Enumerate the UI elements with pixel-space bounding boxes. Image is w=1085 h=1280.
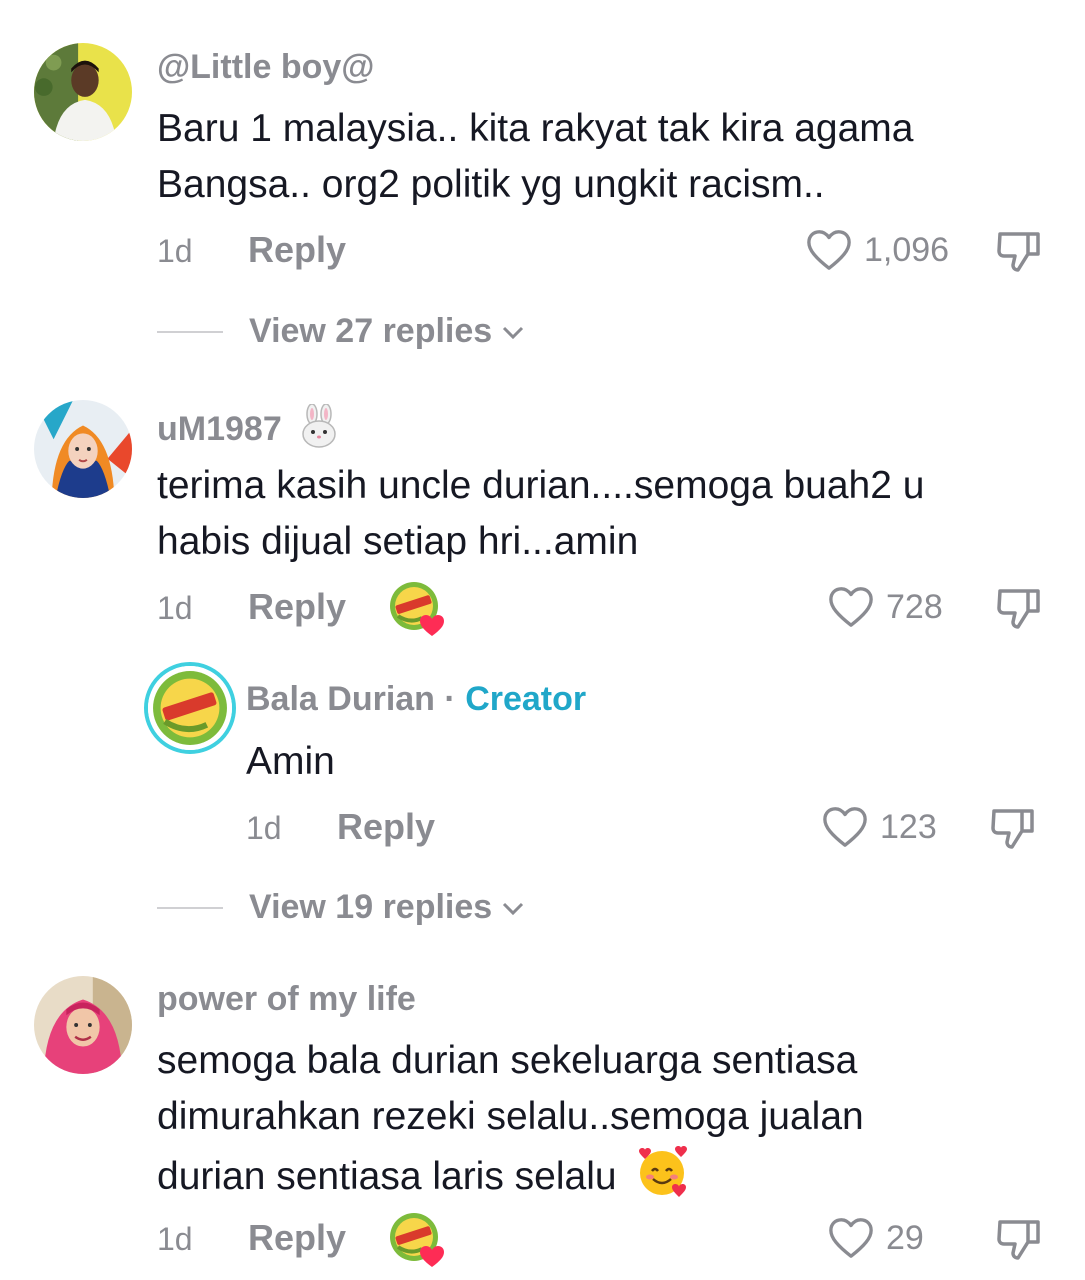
comment-text: Amin <box>246 734 1085 790</box>
avatar[interactable] <box>34 976 132 1074</box>
like-button[interactable]: 123 <box>822 803 937 851</box>
thumbs-down-icon <box>991 809 1034 849</box>
chevron-down-icon <box>503 902 524 915</box>
smiling-face-with-hearts-icon <box>639 1146 688 1197</box>
creator-liked-badge <box>388 1211 446 1269</box>
comment-text-line: habis dijual setiap hri...amin <box>157 520 639 563</box>
comment-text-line: Amin <box>246 740 335 783</box>
view-replies-label: View 19 replies <box>249 888 493 926</box>
thumbs-down-icon <box>997 1220 1040 1260</box>
like-count: 728 <box>886 587 943 626</box>
comment-text-line-wrap: durian sentiasa laris selalu <box>157 1145 1037 1205</box>
divider <box>157 906 223 909</box>
username-label: Bala Durian <box>246 680 435 718</box>
rabbit-face-icon <box>302 403 336 448</box>
comment-time: 1d <box>157 590 193 626</box>
creator-liked-badge <box>388 580 446 638</box>
like-count: 1,096 <box>864 230 950 269</box>
like-count: 123 <box>880 807 937 846</box>
dislike-button[interactable] <box>994 583 1044 633</box>
heart-icon <box>823 807 867 847</box>
like-button[interactable]: 728 <box>828 583 943 631</box>
chevron-down-icon <box>503 326 524 339</box>
avatar[interactable] <box>34 400 132 498</box>
like-count: 29 <box>886 1218 924 1257</box>
comment-text-line: Bangsa.. org2 politik yg ungkit racism.. <box>157 163 825 206</box>
username[interactable]: power of my life <box>157 980 416 1019</box>
reply-button[interactable]: Reply <box>248 586 346 628</box>
view-replies-button[interactable]: View 19 replies <box>157 888 526 927</box>
comment-text: Baru 1 malaysia.. kita rakyat tak kira a… <box>157 101 1037 213</box>
separator: · <box>444 680 466 718</box>
comment-time: 1d <box>157 233 193 269</box>
comment-text: terima kasih uncle durian....semoga buah… <box>157 458 1037 570</box>
like-button[interactable]: 29 <box>828 1214 924 1262</box>
like-button[interactable]: 1,096 <box>806 226 949 274</box>
dislike-button[interactable] <box>994 226 1044 276</box>
divider <box>157 330 223 333</box>
username[interactable]: @Little boy@ <box>157 48 374 87</box>
comment-text-line: durian sentiasa laris selalu <box>157 1155 617 1198</box>
comment-text-line: semoga bala durian sekeluarga sentiasa <box>157 1039 858 1082</box>
dislike-button[interactable] <box>994 1214 1044 1264</box>
username-label: uM1987 <box>157 410 282 448</box>
comment-text-line: terima kasih uncle durian....semoga buah… <box>157 464 925 507</box>
creator-tag: Creator <box>465 680 587 718</box>
view-replies-label: View 27 replies <box>249 312 493 350</box>
reply-button[interactable]: Reply <box>248 1217 346 1259</box>
comment-time: 1d <box>246 810 282 846</box>
comment-text-line: Baru 1 malaysia.. kita rakyat tak kira a… <box>157 107 914 150</box>
thumbs-down-icon <box>997 232 1040 272</box>
dislike-button[interactable] <box>988 803 1038 853</box>
comment-time: 1d <box>157 1221 193 1257</box>
comment-text: semoga bala durian sekeluarga sentiasa d… <box>157 1033 1037 1205</box>
comment-text-line: dimurahkan rezeki selalu..semoga jualan <box>157 1095 864 1138</box>
username[interactable]: Bala Durian · Creator <box>246 680 586 719</box>
heart-icon <box>829 587 873 627</box>
reply-button[interactable]: Reply <box>337 806 435 848</box>
heart-icon <box>829 1218 873 1258</box>
avatar[interactable] <box>34 43 132 141</box>
username[interactable]: uM1987 <box>157 403 339 449</box>
thumbs-down-icon <box>997 589 1040 629</box>
heart-icon <box>807 230 851 270</box>
reply-button[interactable]: Reply <box>248 229 346 271</box>
view-replies-button[interactable]: View 27 replies <box>157 312 526 351</box>
creator-avatar[interactable] <box>144 662 236 754</box>
